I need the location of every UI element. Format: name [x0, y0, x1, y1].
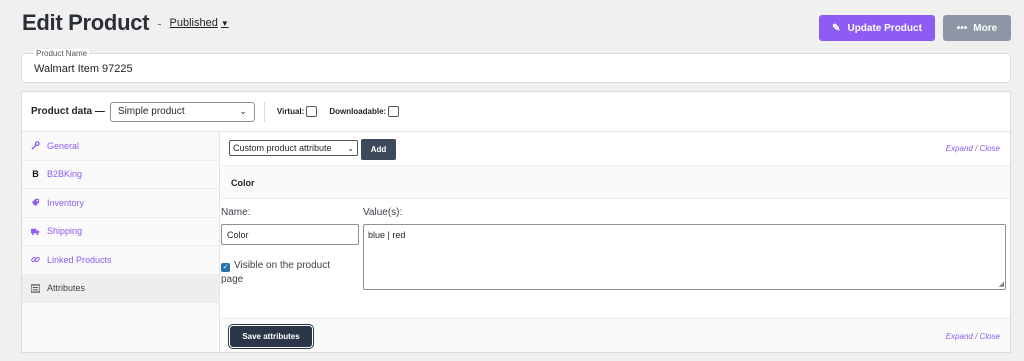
product-name-label: Product Name [34, 49, 90, 58]
tab-b2bking[interactable]: B B2BKing [22, 161, 219, 189]
update-product-label: Update Product [847, 22, 922, 34]
link-separator: / [975, 332, 978, 341]
more-button[interactable]: ••• More [943, 15, 1011, 41]
attribute-name-input[interactable]: Color [221, 224, 359, 245]
tab-shipping-label: Shipping [47, 226, 83, 237]
visible-on-product-page[interactable]: ✓ Visible on the product page [221, 259, 351, 287]
virtual-label: Virtual: [276, 107, 305, 116]
title-separator: - [157, 15, 162, 31]
visible-checkbox[interactable]: ✓ [221, 263, 230, 272]
downloadable-checkbox[interactable] [388, 106, 400, 117]
expand-link[interactable]: Expand [946, 144, 973, 153]
add-attribute-button[interactable]: Add [361, 139, 396, 160]
chevron-down-icon: ⌄ [347, 143, 354, 153]
tab-inventory-label: Inventory [47, 197, 85, 208]
publish-status-dropdown[interactable]: Published ▼ [170, 17, 229, 29]
tab-b2bking-label: B2BKing [47, 169, 83, 180]
tab-general[interactable]: General [22, 132, 219, 161]
attribute-values-label: Value(s): [363, 207, 403, 218]
tab-linked-products[interactable]: Linked Products [22, 246, 219, 275]
product-data-header: Product data — Simple product ⌄ Virtual:… [22, 92, 1010, 132]
attribute-type-value: Custom product attribute [233, 143, 332, 153]
virtual-checkbox[interactable] [306, 106, 318, 117]
page-title: Edit Product [22, 10, 150, 35]
link-separator: / [975, 144, 978, 153]
list-icon [31, 284, 40, 293]
pencil-icon: ✎ [832, 22, 841, 34]
tab-general-label: General [47, 140, 80, 151]
attribute-toolbar: Custom product attribute ⌄ Add Expand / … [221, 132, 1010, 166]
product-data-label: Product data — [31, 106, 105, 117]
link-icon [31, 255, 40, 264]
product-name-input[interactable]: Walmart Item 97225 [34, 63, 133, 75]
expand-link[interactable]: Expand [946, 332, 973, 341]
save-attributes-bar: Save attributes Expand / Close [221, 318, 1010, 352]
attributes-panel: Custom product attribute ⌄ Add Expand / … [221, 132, 1010, 352]
tab-inventory[interactable]: Inventory [22, 189, 219, 218]
chevron-down-icon: ⌄ [239, 106, 247, 116]
update-product-button[interactable]: ✎ Update Product [819, 15, 935, 41]
tag-icon [31, 198, 40, 207]
truck-icon [31, 227, 40, 236]
page-header: Edit Product - Published ▼ [22, 10, 229, 36]
product-type-value: Simple product [117, 106, 185, 117]
attribute-name-label: Name: [221, 207, 251, 218]
tab-shipping[interactable]: Shipping [22, 218, 219, 246]
expand-close-links-top: Expand / Close [946, 144, 1000, 153]
wrench-icon [31, 141, 40, 150]
tab-linked-products-label: Linked Products [47, 254, 112, 265]
product-name-field[interactable]: Product Name Walmart Item 97225 [21, 49, 1011, 83]
close-link[interactable]: Close [980, 144, 1000, 153]
resize-handle-icon[interactable]: ◢ [999, 280, 1004, 288]
save-attributes-button[interactable]: Save attributes [230, 326, 312, 347]
chevron-down-icon: ▼ [220, 18, 229, 28]
b2bking-icon: B [32, 169, 39, 180]
attribute-type-select[interactable]: Custom product attribute ⌄ [229, 140, 358, 156]
attribute-title: Color [231, 178, 255, 188]
divider [263, 101, 265, 122]
product-data-panel: Product data — Simple product ⌄ Virtual:… [21, 91, 1011, 353]
tab-attributes-label: Attributes [47, 283, 86, 294]
attribute-header-color[interactable]: Color [221, 166, 1010, 199]
dots-icon: ••• [956, 22, 968, 34]
product-type-select[interactable]: Simple product ⌄ [109, 101, 255, 122]
close-link[interactable]: Close [980, 332, 1000, 341]
product-data-tabs: General B B2BKing Inventory Shipping Lin… [22, 132, 220, 352]
tab-attributes[interactable]: Attributes [22, 274, 219, 303]
downloadable-label: Downloadable: [329, 107, 387, 116]
visible-label: Visible on the product page [221, 260, 330, 285]
more-label: More [973, 22, 998, 34]
attribute-values-textarea[interactable]: blue | red ◢ [363, 224, 1006, 290]
publish-status-label: Published [169, 17, 218, 29]
attribute-values-text: blue | red [368, 230, 406, 240]
expand-close-links-bottom: Expand / Close [946, 332, 1000, 341]
